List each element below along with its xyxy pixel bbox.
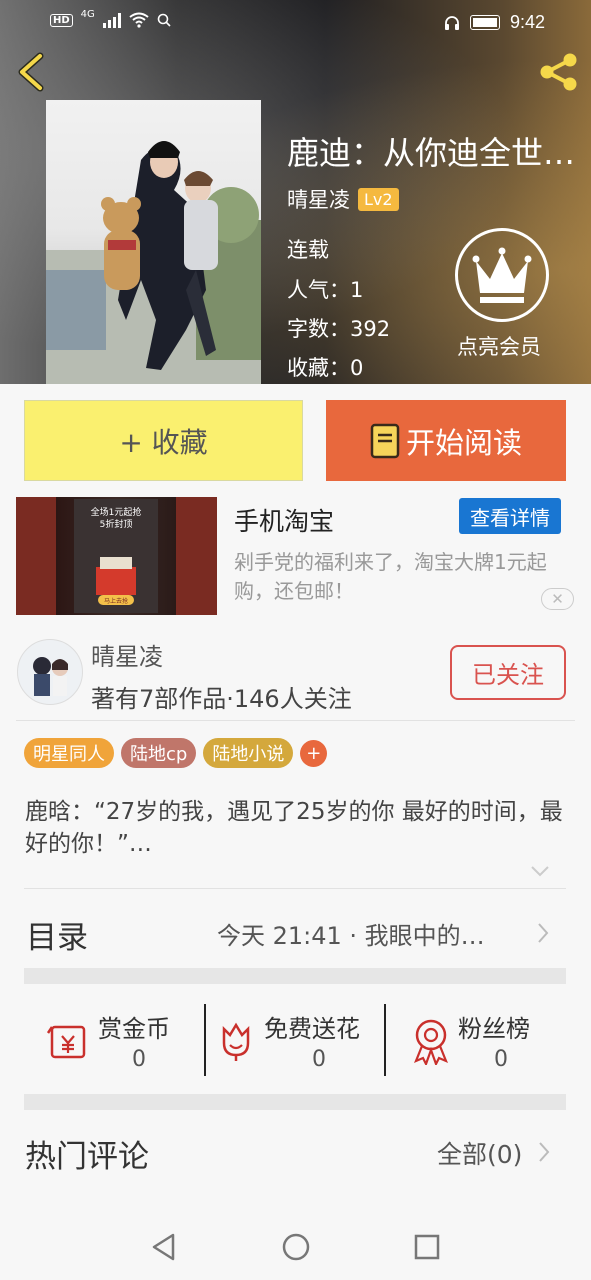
- stat-value: 0: [494, 1047, 508, 1072]
- share-icon[interactable]: [537, 50, 581, 94]
- wifi-icon: [129, 12, 149, 28]
- status-bar: HD 4G 9:42: [0, 0, 591, 46]
- divider: [16, 720, 575, 721]
- author-avatar[interactable]: [17, 639, 83, 705]
- level-badge: Lv2: [358, 187, 399, 211]
- headphones-icon: [444, 15, 459, 30]
- ad-banner-image[interactable]: 全场1元起抢 5折封顶 马上去抢: [16, 497, 217, 615]
- author-card-name[interactable]: 晴星凌: [91, 637, 163, 672]
- vip-button[interactable]: [455, 228, 549, 322]
- book-icon: [370, 423, 400, 458]
- ad-description: 剁手党的福利来了，淘宝大牌1元起购，还包邮！: [234, 550, 547, 603]
- section-separator: [24, 968, 566, 984]
- word-count: 字数：392: [287, 317, 391, 341]
- catalog-row[interactable]: 目录 今天 21:41 · 我眼中的…: [24, 900, 566, 964]
- section-separator: [24, 1094, 566, 1110]
- book-title: 鹿迪：从你迪全世…: [287, 134, 576, 172]
- nav-back-icon[interactable]: [149, 1232, 179, 1262]
- crown-icon: [472, 247, 532, 303]
- tag-item[interactable]: 陆地小说: [203, 738, 294, 768]
- ad-title: 手机淘宝: [234, 507, 335, 536]
- ad-banner-text-2: 5折封顶: [99, 520, 133, 530]
- catalog-title: 目录: [26, 920, 88, 956]
- chevron-right-icon[interactable]: [537, 1141, 551, 1163]
- hd-indicator: HD: [50, 13, 73, 27]
- search-icon: [157, 13, 171, 27]
- chevron-right-icon: [538, 923, 549, 943]
- ad-close-icon[interactable]: ✕: [541, 588, 574, 610]
- reward-coin-button[interactable]: 赏金币 0: [24, 1005, 204, 1077]
- start-reading-label: 开始阅读: [405, 425, 522, 460]
- avatar-illustration: [33, 657, 68, 696]
- reward-coin-icon: [46, 1025, 86, 1059]
- nav-recents-icon[interactable]: [412, 1232, 442, 1262]
- all-comments-link[interactable]: 全部(0): [437, 1135, 522, 1171]
- battery-icon: [469, 15, 500, 30]
- book-header: HD 4G 9:42 鹿迪：从你迪全世… 晴星凌 Lv2 连载 人气：1 字数：…: [0, 0, 591, 384]
- cover-illustration: [46, 141, 261, 384]
- latest-chapter: 今天 21:41 · 我眼中的…: [217, 922, 485, 950]
- stat-value: 0: [312, 1047, 326, 1072]
- stat-value: 0: [132, 1047, 146, 1072]
- all-comments-label: 全部(0): [437, 1140, 523, 1169]
- tag-item[interactable]: 明星同人: [24, 738, 114, 768]
- favorites-count: 收藏：0: [287, 356, 364, 380]
- fan-ranking-button[interactable]: 粉丝榜 0: [386, 1005, 566, 1077]
- book-cover[interactable]: [46, 100, 261, 384]
- tag-item[interactable]: 陆地cp: [121, 738, 197, 768]
- book-synopsis[interactable]: 鹿晗：“27岁的我，遇见了25岁的你 最好的时间，最好的你！”…: [25, 796, 570, 860]
- status-right: 9:42: [444, 12, 545, 33]
- collect-button[interactable]: + 收藏: [24, 400, 303, 481]
- medal-icon: [413, 1019, 449, 1065]
- add-tag-button[interactable]: +: [300, 739, 328, 767]
- nav-home-icon[interactable]: [281, 1232, 311, 1262]
- book-status: 连载: [287, 238, 329, 262]
- flower-icon: [222, 1022, 250, 1061]
- follow-button[interactable]: 已关注: [450, 645, 566, 700]
- signal-icon: [102, 12, 121, 28]
- status-left: HD 4G: [50, 8, 171, 28]
- stat-label: 赏金币: [98, 1015, 170, 1043]
- author-card-stats: 著有7部作品·146人关注: [91, 685, 352, 713]
- network-type: 4G: [80, 8, 95, 20]
- vip-label[interactable]: 点亮会员: [457, 331, 541, 361]
- back-icon[interactable]: [14, 52, 50, 92]
- system-nav-bar: [0, 1214, 591, 1280]
- tag-list: 明星同人 陆地cp 陆地小说 +: [24, 738, 328, 768]
- hot-comments-title: 热门评论: [25, 1139, 149, 1175]
- clock: 9:42: [509, 12, 545, 32]
- stat-label: 粉丝榜: [458, 1015, 530, 1043]
- divider: [24, 888, 566, 889]
- free-flower-button[interactable]: 免费送花 0: [206, 1005, 384, 1077]
- popularity: 人气：1: [287, 278, 364, 302]
- chevron-down-icon[interactable]: [530, 864, 550, 878]
- author-name[interactable]: 晴星凌: [287, 184, 350, 214]
- start-reading-button[interactable]: 开始阅读: [326, 400, 566, 481]
- stat-label: 免费送花: [264, 1015, 360, 1043]
- ad-banner-button: 马上去抢: [103, 598, 128, 605]
- ad-detail-button[interactable]: 查看详情: [459, 498, 561, 534]
- author-row: 晴星凌 Lv2: [287, 184, 399, 214]
